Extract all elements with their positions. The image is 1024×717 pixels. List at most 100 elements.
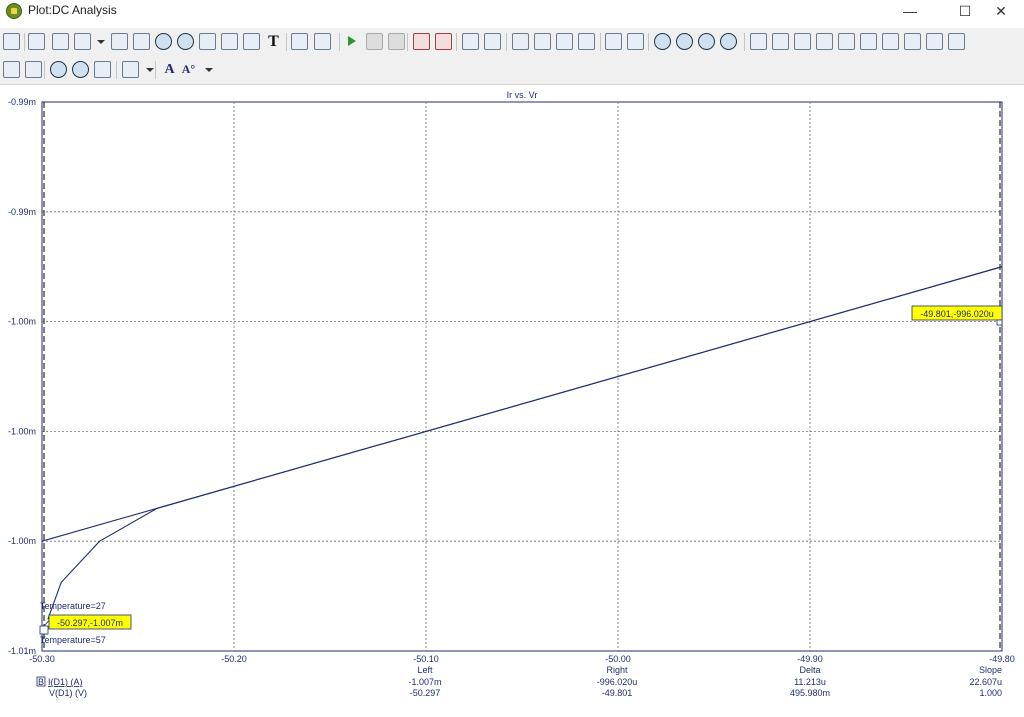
zoom-out-icon[interactable]: [676, 33, 693, 50]
layout-4-icon[interactable]: [578, 33, 595, 50]
pause-icon[interactable]: [388, 33, 405, 50]
zoom-in-icon[interactable]: [654, 33, 671, 50]
zoom-in-icon[interactable]: [50, 61, 67, 78]
dropdown-arrow-icon[interactable]: [96, 33, 105, 50]
cursor-table-cell: 1.000: [979, 688, 1002, 698]
toolbar-separator: [44, 61, 45, 79]
trace-name: I(D1) (A): [48, 677, 83, 687]
grid-dots-icon[interactable]: [122, 61, 139, 78]
text-tool-icon[interactable]: T: [265, 33, 282, 50]
x-tick-label: -50.30: [29, 654, 55, 664]
app-logo-icon: [6, 3, 22, 19]
marker-valley-icon[interactable]: [772, 33, 789, 50]
cursor-table-cell: -49.801: [602, 688, 633, 698]
toolbar-separator: [339, 33, 340, 51]
cursor-left-icon[interactable]: [413, 33, 430, 50]
fit-vertical-icon[interactable]: [3, 61, 20, 78]
layout-3-icon[interactable]: [556, 33, 573, 50]
toolbar-separator: [24, 33, 25, 51]
hand-icon[interactable]: [94, 61, 111, 78]
marker-slope-icon[interactable]: [882, 33, 899, 50]
main-toolbar: T: [0, 28, 1024, 56]
y-tick-label: -0.99m: [8, 97, 36, 107]
series-line-temperature-57: [47, 266, 1003, 620]
toolbar-separator: [116, 61, 117, 79]
chart-canvas[interactable]: -0.99m-0.99m-1.00m-1.00m-1.00m-1.01m-50.…: [0, 85, 1024, 712]
marker-inflect-icon[interactable]: [904, 33, 921, 50]
left-cursor-marker[interactable]: [39, 625, 49, 635]
grid-box-icon[interactable]: [484, 33, 501, 50]
chart-icon[interactable]: [221, 33, 238, 50]
toolbar-separator: [506, 33, 507, 51]
series-label-temperature-27: Temperature=27: [40, 601, 106, 611]
pointer-icon[interactable]: [28, 33, 45, 50]
cursor-table-cell: -1.007m: [408, 677, 441, 687]
marker-next-icon[interactable]: [926, 33, 943, 50]
cursor-right-icon[interactable]: [435, 33, 452, 50]
cursor-table-cell: -996.020u: [597, 677, 638, 687]
y-tick-label: -1.00m: [8, 426, 36, 436]
export-icon[interactable]: [314, 33, 331, 50]
zoom-out-icon[interactable]: [72, 61, 89, 78]
split-horizontal-icon[interactable]: [605, 33, 622, 50]
marker-rise-icon[interactable]: [838, 33, 855, 50]
properties-icon[interactable]: [291, 33, 308, 50]
trace-name: V(D1) (V): [49, 688, 87, 698]
split-grid-icon[interactable]: [627, 33, 644, 50]
plot-frame: [41, 101, 1003, 652]
cursor-table-cell: 495.980m: [790, 688, 830, 698]
window-icon[interactable]: [111, 33, 128, 50]
font-size-icon[interactable]: A°: [180, 61, 197, 78]
cursor-table-cell: 22.607u: [969, 677, 1002, 687]
hand-pan-icon[interactable]: [52, 33, 69, 50]
copy-icon[interactable]: [74, 33, 91, 50]
x-tick-label: -50.20: [221, 654, 247, 664]
trace-marker-letter: B: [38, 677, 44, 687]
y-tick-label: -1.00m: [8, 317, 36, 327]
frame-icon[interactable]: [462, 33, 479, 50]
marker-prev-icon[interactable]: [948, 33, 965, 50]
window-title: Plot:DC Analysis: [28, 3, 117, 17]
chart-title: Ir vs. Vr: [507, 90, 538, 100]
dropdown-arrow-icon[interactable]: [204, 61, 213, 78]
toolbar-separator: [155, 61, 156, 79]
marker-min-icon[interactable]: [816, 33, 833, 50]
stop-icon[interactable]: [366, 33, 383, 50]
zoom-box-icon[interactable]: [155, 33, 172, 50]
toolbar-separator: [648, 33, 649, 51]
cursor-table-cell: -50.297: [410, 688, 441, 698]
close-button[interactable]: ✕: [978, 0, 1024, 22]
cursor-table-header: Slope: [979, 665, 1002, 675]
cursor-table-header: Delta: [799, 665, 820, 675]
toolbar-separator: [286, 33, 287, 51]
format-toolbar: A A°: [0, 56, 1024, 85]
legend-icon[interactable]: [243, 33, 260, 50]
right-cursor-value: -49.801,-996.020u: [920, 309, 994, 319]
toolbar-separator: [407, 33, 408, 51]
zoom-fit-icon[interactable]: [698, 33, 715, 50]
x-tick-label: -50.00: [605, 654, 631, 664]
marker-peak-icon[interactable]: [750, 33, 767, 50]
left-cursor-value: -50.297,-1.007m: [57, 618, 123, 628]
marker-fall-icon[interactable]: [860, 33, 877, 50]
dropdown-arrow-icon[interactable]: [145, 61, 154, 78]
fit-horizontal-icon[interactable]: [25, 61, 42, 78]
image-icon[interactable]: [133, 33, 150, 50]
toolbar-separator: [744, 33, 745, 51]
marker-max-icon[interactable]: [794, 33, 811, 50]
title-bar: Plot:DC Analysis — ☐ ✕: [0, 0, 1024, 22]
font-icon[interactable]: A: [161, 61, 178, 78]
right-cursor-marker[interactable]: [996, 319, 1003, 326]
y-tick-label: -1.00m: [8, 536, 36, 546]
layout-1-icon[interactable]: [512, 33, 529, 50]
print-icon[interactable]: [3, 33, 20, 50]
cursor-table-cell: 11.213u: [794, 677, 826, 687]
zoom-reset-icon[interactable]: [720, 33, 737, 50]
zoom-extent-icon[interactable]: [177, 33, 194, 50]
plot-area[interactable]: -0.99m -0.99m -1.00m -1.00m -1.00m -1.01m -50.…: [0, 85, 1024, 712]
series-label-temperature-57: Temperature=57: [40, 635, 106, 645]
layout-2-icon[interactable]: [534, 33, 551, 50]
run-icon[interactable]: [344, 33, 361, 50]
axis-edit-icon[interactable]: [199, 33, 216, 50]
minimize-button[interactable]: —: [887, 0, 933, 22]
